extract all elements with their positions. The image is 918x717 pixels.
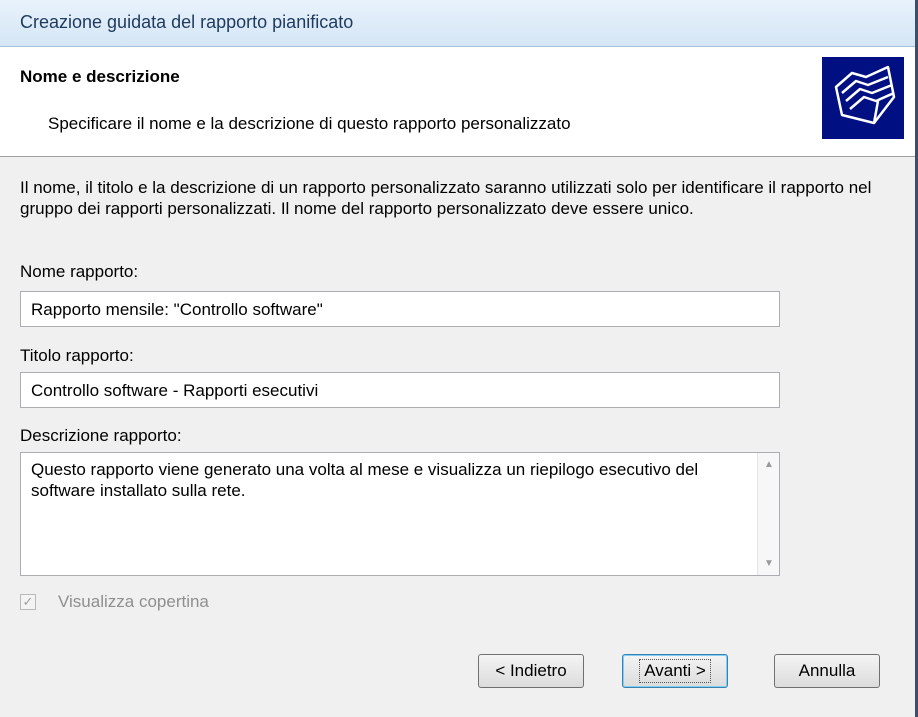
report-title-input[interactable]: Controllo software - Rapporti esecutivi	[20, 372, 780, 408]
back-button-label: < Indietro	[495, 661, 567, 680]
report-name-label: Nome rapporto:	[20, 262, 139, 281]
report-title-label: Titolo rapporto:	[20, 346, 134, 365]
wizard-body: Il nome, il titolo e la descrizione di u…	[0, 157, 915, 717]
next-button[interactable]: Avanti >	[622, 654, 728, 688]
wizard-header: Nome e descrizione Specificare il nome e…	[0, 47, 915, 157]
window-title: Creazione guidata del rapporto pianifica…	[20, 12, 354, 32]
back-button[interactable]: < Indietro	[478, 654, 584, 688]
description-scrollbar[interactable]: ▲ ▼	[757, 453, 779, 575]
report-description-label: Descrizione rapporto:	[20, 426, 182, 445]
page-subtitle: Specificare il nome e la descrizione di …	[48, 114, 571, 133]
scroll-down-icon[interactable]: ▼	[764, 558, 774, 569]
cover-checkbox-label: Visualizza copertina	[58, 592, 209, 611]
wizard-window: Creazione guidata del rapporto pianifica…	[0, 0, 918, 717]
scroll-up-icon[interactable]: ▲	[764, 459, 774, 470]
report-description-text: Questo rapporto viene generato una volta…	[31, 460, 699, 500]
cover-checkbox[interactable]: ✓	[20, 594, 36, 610]
next-button-label: Avanti >	[639, 659, 711, 683]
page-title: Nome e descrizione	[20, 67, 180, 86]
intro-text: Il nome, il titolo e la descrizione di u…	[20, 178, 872, 218]
title-bar[interactable]: Creazione guidata del rapporto pianifica…	[0, 0, 915, 47]
report-description-textarea[interactable]: Questo rapporto viene generato una volta…	[20, 452, 780, 576]
cancel-button-label: Annulla	[798, 661, 856, 680]
report-name-input[interactable]: Rapporto mensile: "Controllo software"	[20, 291, 780, 327]
cancel-button[interactable]: Annulla	[774, 654, 880, 688]
folders-icon	[822, 57, 904, 139]
